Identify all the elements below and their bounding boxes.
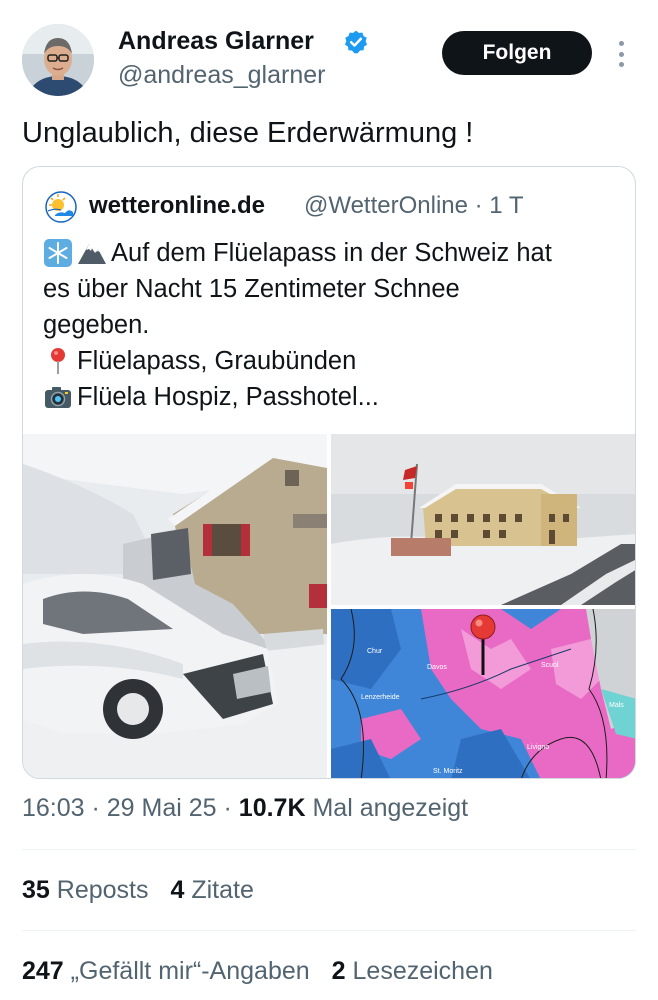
tweet-time-date[interactable]: 16:03 · 29 Mai 25 ·: [22, 794, 239, 822]
follow-button[interactable]: Folgen: [442, 31, 592, 75]
mountain-icon: [78, 244, 106, 264]
media-photo-car-snow[interactable]: [23, 434, 327, 778]
camera-icon: [45, 387, 71, 408]
map-label-scuol: Scuol: [541, 662, 559, 669]
reposts-count: 35: [22, 876, 50, 904]
tweet-text: Unglaublich, diese Erderwärmung !: [22, 117, 474, 149]
map-label-livigno: Livigno: [527, 744, 549, 751]
quoted-text: Auf dem Flüelapass in der Schweiz hat es…: [43, 235, 623, 415]
likes-label: „Gefällt mir“-Angaben: [70, 957, 310, 985]
wetteronline-logo-icon: [45, 191, 77, 223]
stats-row-likes: 247 „Gefällt mir“-Angaben 2 Lesezeichen: [22, 957, 515, 986]
bookmarks-count: 2: [331, 957, 346, 985]
map-label-davos: Davos: [427, 664, 447, 671]
map-label-mals: Mals: [609, 702, 624, 709]
stats-row-reposts: 35 Reposts 4 Zitate: [22, 876, 276, 905]
likes-stat[interactable]: 247 „Gefällt mir“-Angaben: [22, 957, 310, 985]
tweet-header: Andreas Glarner @andreas_glarner Folgen: [0, 0, 658, 110]
media-snow-map[interactable]: Chur Davos Scuol Lenzerheide St. Moritz …: [331, 609, 635, 778]
pin-icon: [51, 348, 65, 374]
map-label-st-moritz: St. Moritz: [433, 768, 463, 775]
views-count: 10.7K: [238, 794, 306, 822]
quoted-line-3: gegeben.: [43, 311, 150, 339]
quotes-label: Zitate: [191, 876, 254, 904]
bookmarks-label: Lesezeichen: [352, 957, 493, 985]
map-label-lenzerheide: Lenzerheide: [361, 694, 400, 701]
quotes-count: 4: [170, 876, 185, 904]
divider: [22, 930, 636, 931]
more-vertical-icon[interactable]: [611, 38, 631, 70]
quoted-author-name[interactable]: wetteronline.de: [89, 192, 265, 220]
verified-badge-icon: [344, 30, 368, 54]
media-grid: Chur Davos Scuol Lenzerheide St. Moritz …: [23, 434, 635, 778]
author-avatar[interactable]: [22, 24, 94, 96]
reposts-stat[interactable]: 35 Reposts: [22, 876, 148, 904]
snowflake-icon: [44, 239, 72, 267]
reposts-label: Reposts: [56, 876, 149, 904]
quoted-line-2: es über Nacht 15 Zentimeter Schnee: [43, 275, 460, 303]
map-label-chur: Chur: [367, 648, 383, 655]
media-photo-hospiz[interactable]: [331, 434, 635, 605]
quoted-line-5: Flüela Hospiz, Passhotel...: [77, 383, 379, 411]
tweet-meta: 16:03 · 29 Mai 25 · 10.7K Mal angezeigt: [22, 794, 468, 823]
likes-count: 247: [22, 957, 64, 985]
divider: [22, 849, 636, 850]
author-handle[interactable]: @andreas_glarner: [118, 61, 325, 90]
quoted-line-1: Auf dem Flüelapass in der Schweiz hat: [111, 239, 552, 267]
views-label: Mal angezeigt: [305, 794, 469, 822]
quoted-line-4: Flüelapass, Graubünden: [77, 347, 357, 375]
quotes-stat[interactable]: 4 Zitate: [170, 876, 253, 904]
bookmarks-stat[interactable]: 2 Lesezeichen: [332, 957, 493, 985]
author-name[interactable]: Andreas Glarner: [118, 27, 314, 56]
quoted-tweet-card[interactable]: wetteronline.de @WetterOnline · 1 T Auf …: [22, 166, 636, 779]
quoted-handle-time[interactable]: @WetterOnline · 1 T: [304, 192, 524, 220]
